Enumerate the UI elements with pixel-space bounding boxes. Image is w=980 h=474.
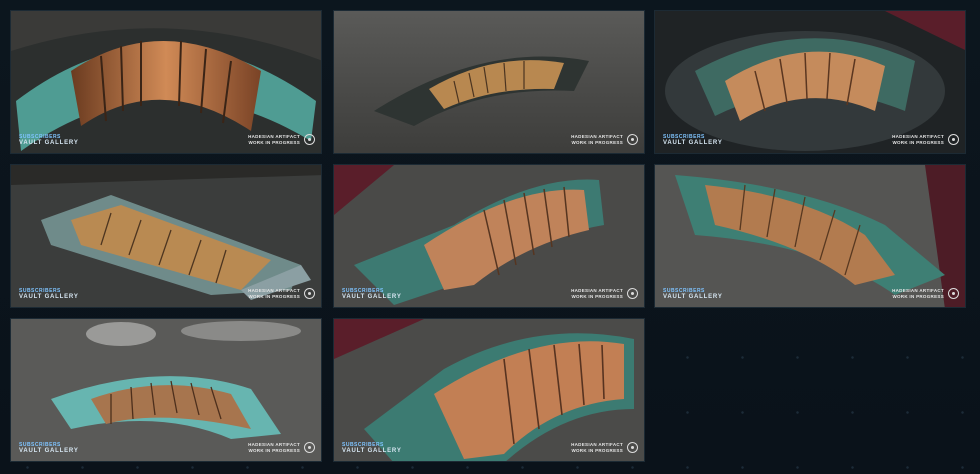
subscribers-watermark: Subscribers Vault Gallery bbox=[342, 288, 402, 301]
artifact-watermark: Hadesian Artifact Work in Progress bbox=[892, 134, 959, 145]
artifact-render-image bbox=[334, 319, 644, 461]
artifact-render-image bbox=[334, 11, 644, 153]
studio-logo-icon bbox=[304, 134, 315, 145]
gallery-thumbnail-7[interactable]: Subscribers Vault Gallery Hadesian Artif… bbox=[10, 318, 322, 462]
artifact-watermark: Hadesian Artifact Work in Progress bbox=[248, 442, 315, 453]
subscribers-watermark: Subscribers Vault Gallery bbox=[663, 288, 723, 301]
studio-logo-icon bbox=[627, 442, 638, 453]
artifact-render-image bbox=[655, 165, 965, 307]
watermark-wip-text: Work in Progress bbox=[892, 293, 944, 299]
studio-logo-icon bbox=[948, 134, 959, 145]
gallery-thumbnail-1[interactable]: Subscribers Vault Gallery Hadesian Artif… bbox=[10, 10, 322, 154]
artifact-render-image bbox=[11, 165, 321, 307]
gallery-thumbnail-6[interactable]: Subscribers Vault Gallery Hadesian Artif… bbox=[654, 164, 966, 308]
gallery-thumbnail-3[interactable]: Subscribers Vault Gallery Hadesian Artif… bbox=[654, 10, 966, 154]
artifact-render-image bbox=[655, 11, 965, 153]
watermark-wip-text: Work in Progress bbox=[248, 293, 300, 299]
artifact-watermark: Hadesian Artifact Work in Progress bbox=[571, 442, 638, 453]
artifact-render-image bbox=[334, 165, 644, 307]
watermark-vault-text: Vault Gallery bbox=[663, 140, 723, 146]
empty-grid-cell bbox=[654, 318, 966, 462]
watermark-vault-text: Vault Gallery bbox=[19, 294, 79, 300]
subscribers-watermark: Subscribers Vault Gallery bbox=[19, 442, 79, 455]
watermark-vault-text: Vault Gallery bbox=[19, 448, 79, 454]
artifact-render-image bbox=[11, 319, 321, 461]
gallery-thumbnail-8[interactable]: Subscribers Vault Gallery Hadesian Artif… bbox=[333, 318, 645, 462]
studio-logo-icon bbox=[304, 288, 315, 299]
artifact-watermark: Hadesian Artifact Work in Progress bbox=[892, 288, 959, 299]
watermark-vault-text: Vault Gallery bbox=[342, 294, 402, 300]
watermark-vault-text: Vault Gallery bbox=[342, 448, 402, 454]
watermark-wip-text: Work in Progress bbox=[571, 139, 623, 145]
artifact-watermark: Hadesian Artifact Work in Progress bbox=[248, 288, 315, 299]
gallery-thumbnail-2[interactable]: Hadesian Artifact Work in Progress bbox=[333, 10, 645, 154]
artifact-watermark: Hadesian Artifact Work in Progress bbox=[248, 134, 315, 145]
studio-logo-icon bbox=[304, 442, 315, 453]
subscribers-watermark: Subscribers Vault Gallery bbox=[342, 442, 402, 455]
artifact-watermark: Hadesian Artifact Work in Progress bbox=[571, 288, 638, 299]
watermark-wip-text: Work in Progress bbox=[571, 447, 623, 453]
gallery-thumbnail-4[interactable]: Subscribers Vault Gallery Hadesian Artif… bbox=[10, 164, 322, 308]
watermark-wip-text: Work in Progress bbox=[892, 139, 944, 145]
watermark-vault-text: Vault Gallery bbox=[663, 294, 723, 300]
watermark-vault-text: Vault Gallery bbox=[19, 140, 79, 146]
watermark-wip-text: Work in Progress bbox=[248, 447, 300, 453]
subscribers-watermark: Subscribers Vault Gallery bbox=[19, 288, 79, 301]
studio-logo-icon bbox=[627, 134, 638, 145]
studio-logo-icon bbox=[948, 288, 959, 299]
subscribers-watermark: Subscribers Vault Gallery bbox=[19, 134, 79, 147]
studio-logo-icon bbox=[627, 288, 638, 299]
artifact-watermark: Hadesian Artifact Work in Progress bbox=[571, 134, 638, 145]
gallery-thumbnail-5[interactable]: Subscribers Vault Gallery Hadesian Artif… bbox=[333, 164, 645, 308]
watermark-wip-text: Work in Progress bbox=[248, 139, 300, 145]
watermark-wip-text: Work in Progress bbox=[571, 293, 623, 299]
artifact-render-image bbox=[11, 11, 321, 153]
subscribers-watermark: Subscribers Vault Gallery bbox=[663, 134, 723, 147]
